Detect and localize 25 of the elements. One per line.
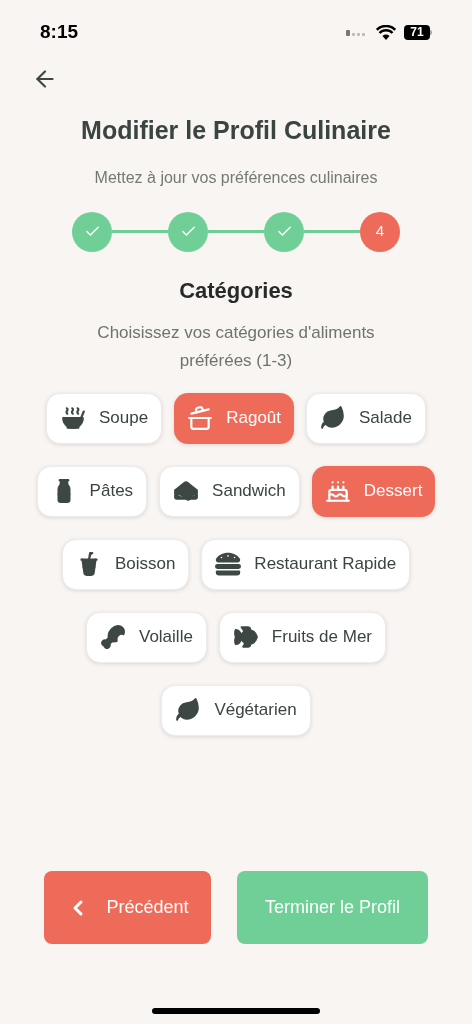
- category-chip[interactable]: Volaille: [86, 611, 207, 663]
- leaf-icon: [320, 405, 347, 431]
- section-description: Choisissez vos catégories d'aliments préférées (1-3): [96, 321, 376, 372]
- category-chip[interactable]: Restaurant Rapide: [201, 538, 411, 590]
- category-chip[interactable]: Salade: [306, 392, 426, 444]
- section-title: Catégories: [179, 276, 293, 305]
- burger-icon: [215, 551, 242, 577]
- drumstick-icon: [100, 624, 126, 650]
- pot-icon: [187, 405, 214, 431]
- wifi-icon: [376, 24, 396, 40]
- signal-icon: [346, 28, 368, 36]
- category-chip[interactable]: Végétarien: [161, 684, 311, 736]
- page-title: Modifier le Profil Culinaire: [81, 115, 391, 146]
- cake-icon: [324, 478, 351, 504]
- status-time: 8:15: [40, 19, 79, 44]
- category-chip[interactable]: Fruits de Mer: [218, 611, 386, 663]
- bowl-icon: [60, 405, 87, 431]
- battery-indicator: 71: [404, 24, 432, 40]
- fish-icon: [232, 624, 259, 650]
- category-chip[interactable]: Boisson: [61, 538, 190, 590]
- category-chip[interactable]: Pâtes: [36, 465, 148, 517]
- leaf-icon: [175, 697, 202, 723]
- category-chip[interactable]: Soupe: [46, 392, 163, 444]
- category-chip[interactable]: Sandwich: [159, 465, 300, 517]
- page-subtitle: Mettez à jour vos préférences culinaires: [94, 167, 378, 188]
